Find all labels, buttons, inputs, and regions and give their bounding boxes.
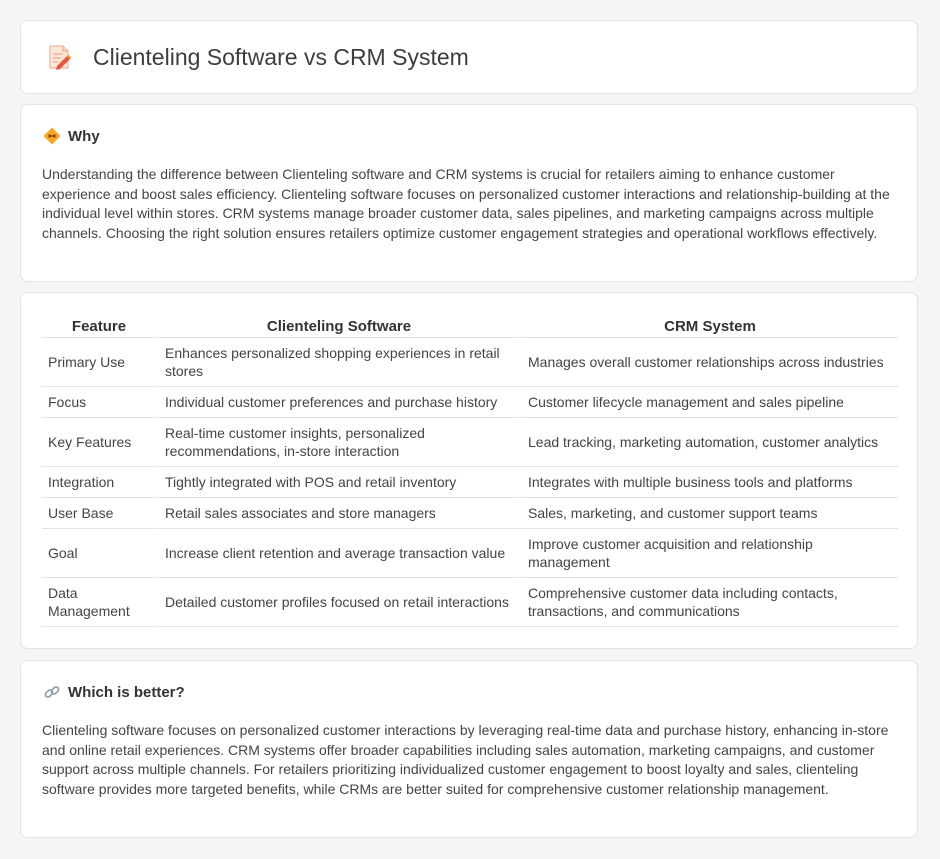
clienteling-cell: Individual customer preferences and purc… [156, 387, 519, 418]
clienteling-cell: Detailed customer profiles focused on re… [156, 578, 519, 627]
page-title: Clienteling Software vs CRM System [93, 43, 469, 70]
crm-cell: Integrates with multiple business tools … [519, 467, 898, 498]
document-pencil-icon [49, 45, 72, 70]
clienteling-cell: Real-time customer insights, personalize… [156, 418, 519, 467]
table-row: Focus Individual customer preferences an… [42, 387, 898, 418]
table-row: Goal Increase client retention and avera… [42, 529, 898, 578]
feature-cell: Focus [42, 387, 156, 418]
why-card: Why Understanding the difference between… [20, 104, 918, 282]
column-header-feature: Feature [42, 315, 156, 338]
diamond-sign-icon [43, 127, 61, 145]
clienteling-cell: Increase client retention and average tr… [156, 529, 519, 578]
title-card: Clienteling Software vs CRM System [20, 20, 918, 94]
clienteling-cell: Retail sales associates and store manage… [156, 498, 519, 529]
feature-cell: Key Features [42, 418, 156, 467]
comparison-card: Feature Clienteling Software CRM System … [20, 292, 918, 649]
crm-cell: Customer lifecycle management and sales … [519, 387, 898, 418]
feature-cell: Integration [42, 467, 156, 498]
why-text: Understanding the difference between Cli… [42, 166, 890, 241]
why-title: Why [68, 127, 100, 145]
table-row: Data Management Detailed customer profil… [42, 578, 898, 627]
better-text: Clienteling software focuses on personal… [42, 722, 889, 797]
table-header-row: Feature Clienteling Software CRM System [42, 315, 898, 338]
link-icon [44, 686, 60, 698]
comparison-table: Feature Clienteling Software CRM System … [42, 315, 898, 627]
clienteling-cell: Tightly integrated with POS and retail i… [156, 467, 519, 498]
crm-cell: Manages overall customer relationships a… [519, 338, 898, 387]
crm-cell: Lead tracking, marketing automation, cus… [519, 418, 898, 467]
column-header-crm: CRM System [519, 315, 898, 338]
crm-cell: Sales, marketing, and customer support t… [519, 498, 898, 529]
feature-cell: Data Management [42, 578, 156, 627]
feature-cell: Primary Use [42, 338, 156, 387]
column-header-clienteling: Clienteling Software [156, 315, 519, 338]
clienteling-cell: Enhances personalized shopping experienc… [156, 338, 519, 387]
crm-cell: Improve customer acquisition and relatio… [519, 529, 898, 578]
feature-cell: Goal [42, 529, 156, 578]
table-row: Primary Use Enhances personalized shoppi… [42, 338, 898, 387]
feature-cell: User Base [42, 498, 156, 529]
better-heading: Which is better? [43, 683, 185, 701]
table-row: Integration Tightly integrated with POS … [42, 467, 898, 498]
better-title: Which is better? [68, 683, 185, 701]
table-row: User Base Retail sales associates and st… [42, 498, 898, 529]
which-is-better-card: Which is better? Clienteling software fo… [20, 660, 918, 838]
table-row: Key Features Real-time customer insights… [42, 418, 898, 467]
crm-cell: Comprehensive customer data including co… [519, 578, 898, 627]
title-row: Clienteling Software vs CRM System [45, 43, 469, 71]
why-heading: Why [43, 127, 100, 145]
